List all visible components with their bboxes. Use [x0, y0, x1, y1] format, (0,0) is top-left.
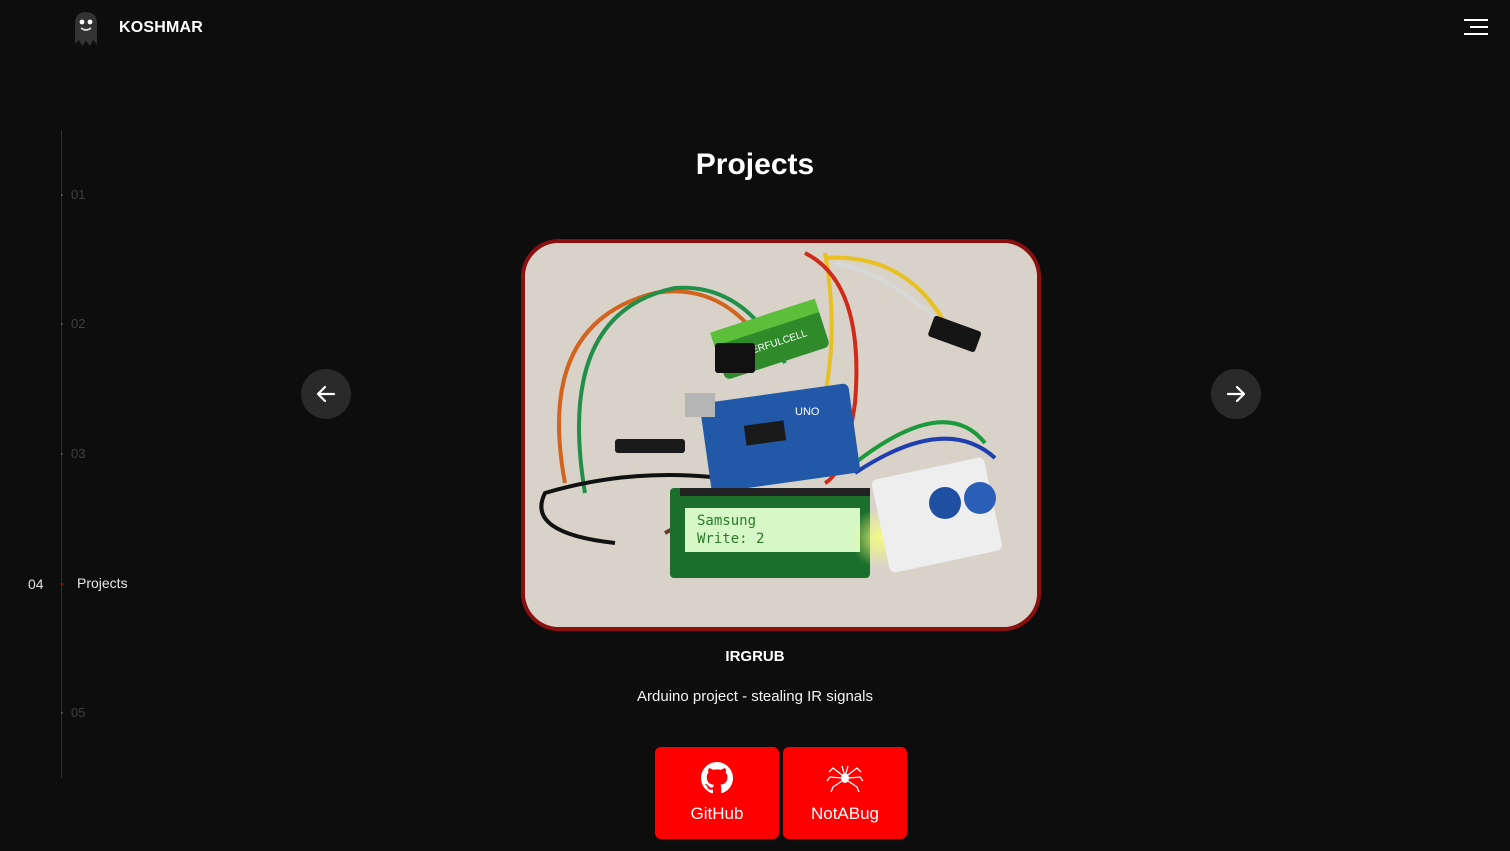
carousel-next-button[interactable] — [1211, 369, 1261, 419]
nav-number: 02 — [71, 316, 86, 331]
nav-dot — [61, 323, 63, 325]
github-icon — [701, 762, 733, 794]
carousel-prev-button[interactable] — [301, 369, 351, 419]
nav-dot — [61, 194, 63, 196]
arrow-right-icon — [1226, 385, 1246, 403]
nav-number: 04 — [28, 576, 44, 592]
side-nav-item-projects[interactable]: 04 Projects — [0, 572, 260, 596]
lcd-line-2: Write: 2 — [697, 531, 764, 547]
side-nav-item-03[interactable]: 03 — [0, 442, 260, 466]
nav-number: 03 — [71, 446, 86, 461]
board-label: UNO — [795, 406, 820, 418]
project-image: POWERFULCELL UNO Samsung Write: 2 — [521, 239, 1041, 631]
github-button-label: GitHub — [690, 804, 744, 823]
brand-name[interactable]: KOSHMAR — [119, 19, 203, 37]
lcd-line-1: Samsung — [697, 513, 756, 529]
nav-label: Projects — [77, 575, 128, 591]
project-description: Arduino project - stealing IR signals — [637, 688, 873, 705]
side-nav-item-01[interactable]: 01 — [0, 183, 260, 207]
ghost-logo-icon[interactable] — [70, 10, 102, 48]
github-button[interactable]: GitHub — [655, 747, 779, 839]
nav-dot-active — [61, 583, 63, 585]
notabug-button[interactable]: NotABug — [783, 747, 907, 839]
project-name: IRGRUB — [725, 648, 785, 665]
nav-dot — [61, 712, 63, 714]
notabug-button-label: NotABug — [810, 804, 880, 823]
nav-number: 05 — [71, 705, 86, 720]
arrow-left-icon — [316, 385, 336, 403]
hamburger-menu-icon[interactable] — [1464, 18, 1488, 38]
side-nav-item-02[interactable]: 02 — [0, 312, 260, 336]
bug-icon — [826, 765, 864, 793]
section-title: Projects — [695, 148, 815, 181]
nav-number: 01 — [71, 187, 86, 202]
nav-dot — [61, 453, 63, 455]
